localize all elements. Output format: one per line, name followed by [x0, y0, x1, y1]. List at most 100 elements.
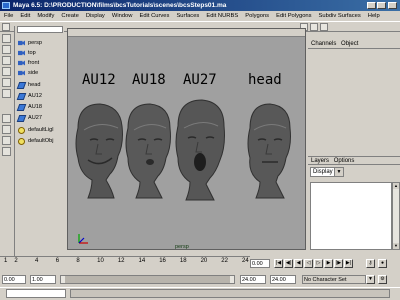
- tab-channels[interactable]: Channels: [311, 41, 336, 47]
- outliner-item-au18[interactable]: AU18: [16, 102, 66, 112]
- outliner-item-front[interactable]: front: [18, 58, 66, 68]
- camera-icon: [18, 50, 25, 56]
- camera-name-label: persp: [175, 244, 189, 250]
- camera-icon: [18, 60, 25, 66]
- mesh-icon: [16, 103, 27, 111]
- menu-modify[interactable]: Modify: [33, 11, 57, 21]
- menu-edit-polygons[interactable]: Edit Polygons: [272, 11, 314, 21]
- mesh-icon: [16, 92, 27, 100]
- tab-options[interactable]: Options: [334, 158, 355, 164]
- menu-polygons[interactable]: Polygons: [241, 11, 272, 21]
- layers-scrollbar[interactable]: ▲ ▼: [392, 182, 400, 250]
- menu-edit-curves[interactable]: Edit Curves: [135, 11, 172, 21]
- head-model-au18[interactable]: [120, 100, 176, 200]
- outliner-item-persp[interactable]: persp: [18, 38, 66, 48]
- autokey-icon[interactable]: ●: [378, 259, 387, 268]
- new-scene-icon[interactable]: [2, 23, 10, 31]
- menu-create[interactable]: Create: [57, 11, 81, 21]
- manipulator-tool-icon[interactable]: [2, 89, 11, 98]
- timeline-tick-label: 10: [97, 258, 104, 264]
- scale-tool-icon[interactable]: [2, 78, 11, 87]
- layout-graph-icon[interactable]: [2, 147, 11, 156]
- camera-icon: [18, 70, 25, 76]
- move-tool-icon[interactable]: [2, 56, 11, 65]
- menu-window[interactable]: Window: [108, 11, 136, 21]
- outliner-item-top[interactable]: top: [18, 48, 66, 58]
- character-set-dropdown[interactable]: No Character Set: [302, 275, 366, 284]
- range-end-field[interactable]: 24.00: [240, 275, 266, 284]
- menu-edit[interactable]: Edit: [16, 11, 33, 21]
- maximize-icon[interactable]: [377, 2, 386, 9]
- mesh-icon: [16, 81, 27, 89]
- minimize-icon[interactable]: [367, 2, 376, 9]
- panel-toggle-icons: [308, 28, 400, 39]
- menu-bar: File Edit Modify Create Display Window E…: [0, 11, 400, 21]
- menu-edit-nurbs[interactable]: Edit NURBS: [202, 11, 241, 21]
- timeline-tick-label: 2: [14, 258, 18, 264]
- step-forward-key-icon[interactable]: ▶: [324, 259, 333, 268]
- light-icon: [18, 137, 25, 145]
- timeline-tick-label: 18: [179, 258, 187, 264]
- channel-box-body: [310, 50, 398, 150]
- go-to-end-icon[interactable]: ▶|: [344, 259, 353, 268]
- outliner-item-default-object[interactable]: defaultObj: [18, 136, 66, 146]
- light-icon: [18, 126, 25, 134]
- timeline-tick-label: 20: [200, 258, 208, 264]
- head-model-neutral[interactable]: [242, 100, 298, 200]
- animation-end-field[interactable]: 24.00: [270, 275, 296, 284]
- outliner-item-au12[interactable]: AU12: [16, 91, 66, 101]
- tab-object[interactable]: Object: [341, 41, 358, 47]
- layout-outliner-icon[interactable]: [2, 136, 11, 145]
- rotate-tool-icon[interactable]: [2, 67, 11, 76]
- scroll-down-icon[interactable]: ▼: [393, 243, 399, 249]
- layers-list[interactable]: [310, 182, 392, 250]
- viewport-label-head: head: [248, 72, 282, 88]
- outliner-item-default-light[interactable]: defaultLigl: [18, 125, 66, 135]
- layout-four-icon[interactable]: [2, 125, 11, 134]
- viewport-panel-menu[interactable]: [68, 29, 305, 37]
- viewport-label-au27: AU27: [183, 72, 217, 88]
- timeline-tick-label: 12: [117, 258, 125, 264]
- animation-prefs-icon[interactable]: ⚙: [378, 275, 387, 284]
- camera-icon: [18, 40, 25, 46]
- menu-display[interactable]: Display: [82, 11, 108, 21]
- step-back-icon[interactable]: ◀|: [284, 259, 293, 268]
- chevron-down-icon[interactable]: ▼: [334, 168, 343, 176]
- viewport-label-au12: AU12: [82, 72, 116, 88]
- current-time-field[interactable]: 0.00: [250, 259, 270, 268]
- menu-file[interactable]: File: [0, 11, 16, 21]
- play-backward-icon[interactable]: ◁: [304, 259, 313, 268]
- menu-surfaces[interactable]: Surfaces: [172, 11, 202, 21]
- range-slider-handle[interactable]: [65, 276, 230, 283]
- layers-header: Layers Options: [308, 156, 400, 165]
- maya-logo-icon: [2, 2, 10, 9]
- command-input[interactable]: [6, 289, 66, 298]
- outliner-item-head[interactable]: head: [16, 80, 66, 90]
- close-icon[interactable]: [388, 2, 397, 9]
- tab-layers[interactable]: Layers: [311, 158, 329, 164]
- outliner-filter-field[interactable]: [17, 26, 63, 33]
- layout-single-icon[interactable]: [2, 114, 11, 123]
- outliner-item-au27[interactable]: AU27: [16, 113, 66, 123]
- step-back-key-icon[interactable]: ◀: [294, 259, 303, 268]
- timeline-tick-label: 6: [55, 258, 60, 264]
- head-model-au27[interactable]: [170, 96, 230, 202]
- go-to-start-icon[interactable]: |◀: [274, 259, 283, 268]
- step-forward-icon[interactable]: |▶: [334, 259, 343, 268]
- timeline-tick-label: 4: [35, 258, 39, 264]
- timeline-tick-label: 22: [221, 258, 228, 264]
- chevron-down-icon[interactable]: ▼: [366, 275, 375, 284]
- menu-subdiv-surfaces[interactable]: Subdiv Surfaces: [315, 11, 364, 21]
- timeline-tick-label: 16: [159, 258, 166, 264]
- outliner-item-side[interactable]: side: [18, 68, 66, 78]
- key-icon[interactable]: ⚷: [366, 259, 375, 268]
- menu-help[interactable]: Help: [364, 11, 383, 21]
- timeline-tick-label: 1: [4, 258, 8, 264]
- lasso-tool-icon[interactable]: [2, 45, 11, 54]
- scroll-up-icon[interactable]: ▲: [393, 183, 399, 189]
- animation-start-field[interactable]: 0.00: [2, 275, 26, 284]
- timeline-tick-label: 24: [242, 258, 249, 264]
- play-forward-icon[interactable]: ▷: [314, 259, 323, 268]
- range-start-field[interactable]: 1.00: [30, 275, 56, 284]
- select-tool-icon[interactable]: [2, 34, 11, 43]
